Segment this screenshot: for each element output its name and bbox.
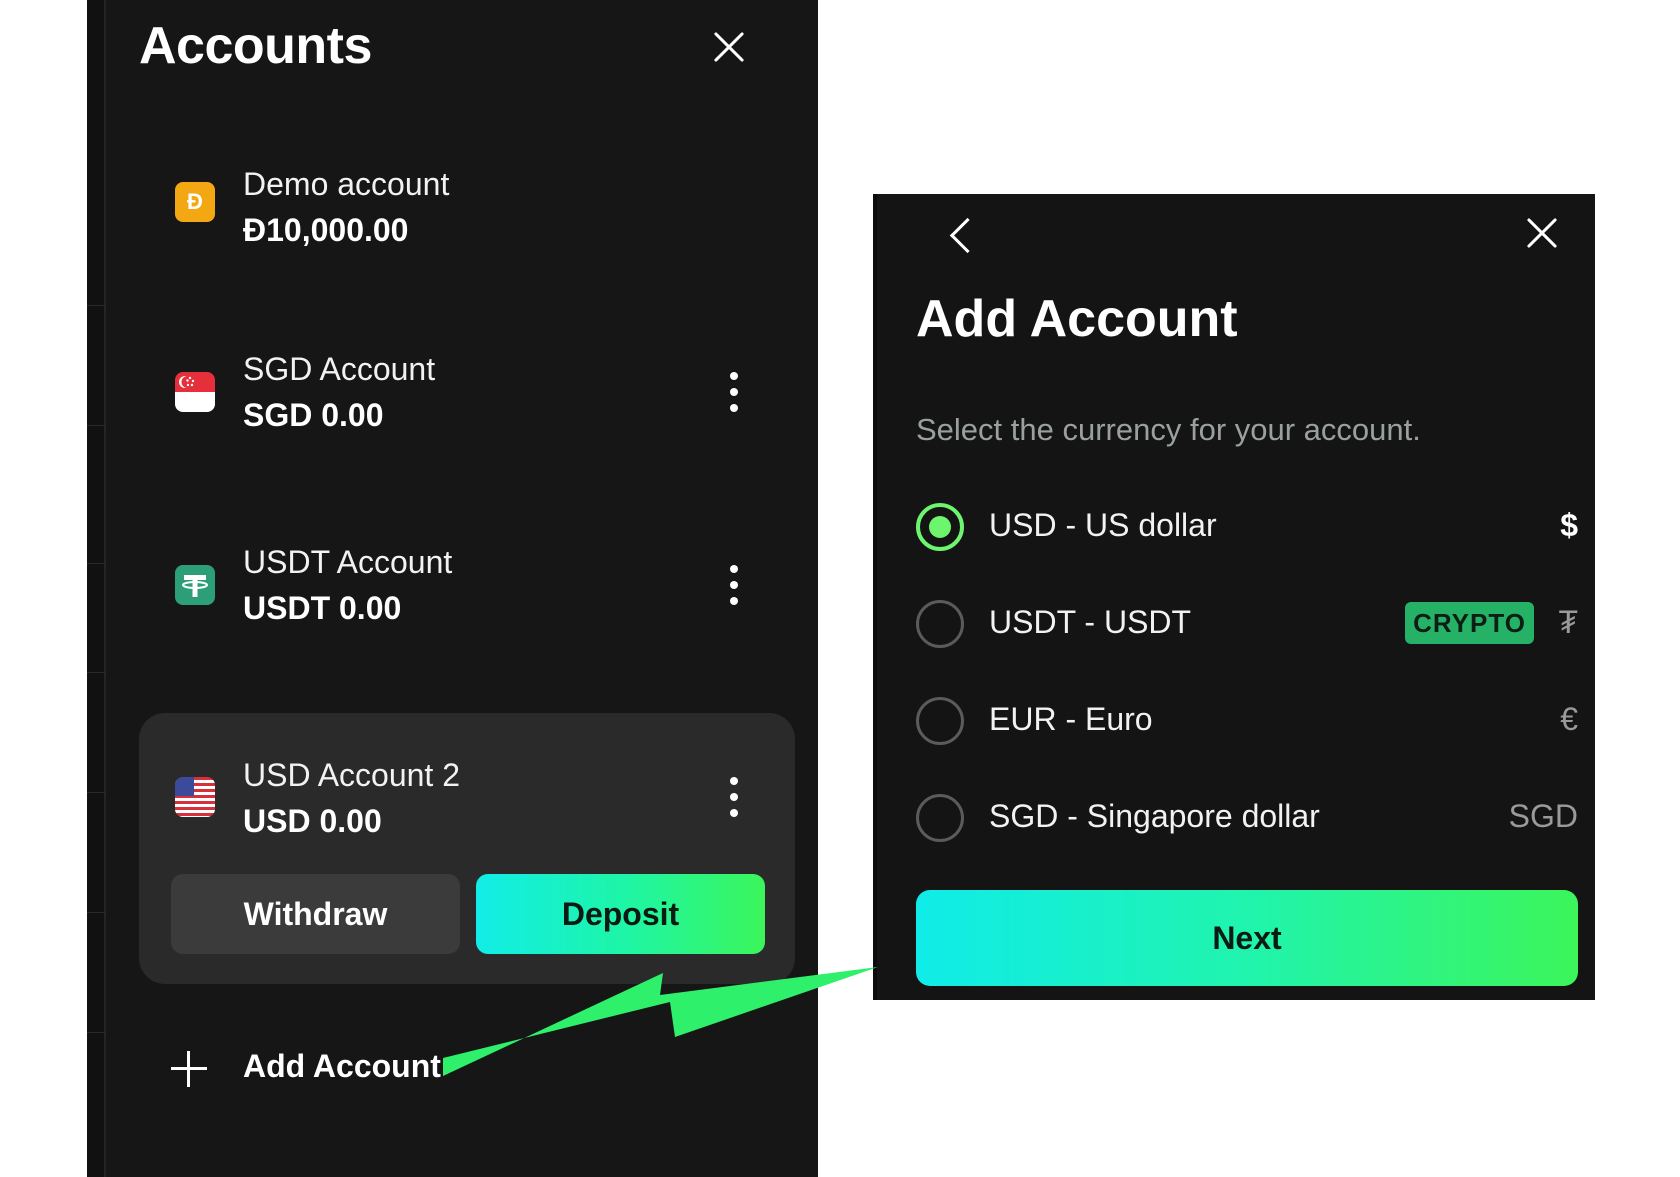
currency-label: USDT - USDT xyxy=(989,604,1192,640)
radio-selected-icon[interactable] xyxy=(916,503,964,551)
account-item-demo[interactable]: Đ Demo account Đ10,000.00 xyxy=(106,130,818,280)
accounts-panel: Accounts Đ Demo account Đ10,000.00 SGD A… xyxy=(106,0,818,1177)
us-flag-icon xyxy=(175,777,215,817)
currency-option-sgd[interactable]: SGD - Singapore dollar SGD xyxy=(916,788,1578,848)
add-account-button[interactable]: Add Account xyxy=(171,1043,441,1093)
demo-coin-icon: Đ xyxy=(175,182,215,222)
account-name: USD Account 2 xyxy=(243,757,460,793)
account-balance: USDT 0.00 xyxy=(243,590,402,626)
currency-symbol: ₮ xyxy=(1558,604,1578,640)
account-balance: USD 0.00 xyxy=(243,803,382,839)
back-chevron-icon[interactable] xyxy=(945,214,973,254)
account-name: USDT Account xyxy=(243,544,453,580)
dialog-subtitle: Select the currency for your account. xyxy=(916,412,1421,447)
currency-symbol: € xyxy=(1560,701,1578,737)
deposit-button[interactable]: Deposit xyxy=(476,874,765,954)
account-balance: Đ10,000.00 xyxy=(243,212,409,248)
account-item-usdt[interactable]: USDT Account USDT 0.00 xyxy=(106,508,818,658)
account-item-sgd[interactable]: SGD Account SGD 0.00 xyxy=(106,315,818,465)
currency-label: USD - US dollar xyxy=(989,507,1217,543)
app-edge-strip xyxy=(87,0,106,1177)
tether-icon xyxy=(175,565,215,605)
radio-unselected-icon[interactable] xyxy=(916,697,964,745)
currency-option-usdt[interactable]: USDT - USDT CRYPTO ₮ xyxy=(916,594,1578,654)
radio-unselected-icon[interactable] xyxy=(916,794,964,842)
crypto-badge: CRYPTO xyxy=(1405,602,1534,644)
account-balance: SGD 0.00 xyxy=(243,397,384,433)
next-button[interactable]: Next xyxy=(916,890,1578,986)
currency-label: EUR - Euro xyxy=(989,701,1153,737)
currency-label: SGD - Singapore dollar xyxy=(989,798,1320,834)
account-name: Demo account xyxy=(243,166,450,202)
account-more-menu-icon[interactable] xyxy=(724,372,744,412)
withdraw-button[interactable]: Withdraw xyxy=(171,874,460,954)
currency-option-usd[interactable]: USD - US dollar $ xyxy=(916,497,1578,557)
currency-symbol: $ xyxy=(1560,507,1578,543)
add-account-label: Add Account xyxy=(243,1048,441,1084)
account-more-menu-icon[interactable] xyxy=(724,777,744,817)
close-dialog-icon[interactable] xyxy=(1525,216,1559,250)
currency-option-eur[interactable]: EUR - Euro € xyxy=(916,691,1578,751)
selected-account-card[interactable]: USD Account 2 USD 0.00 Withdraw Deposit xyxy=(139,713,795,984)
accounts-title: Accounts xyxy=(139,17,372,75)
account-more-menu-icon[interactable] xyxy=(724,565,744,605)
radio-unselected-icon[interactable] xyxy=(916,600,964,648)
close-accounts-icon[interactable] xyxy=(712,30,746,64)
dialog-title: Add Account xyxy=(916,290,1238,348)
currency-symbol: SGD xyxy=(1508,798,1578,834)
singapore-flag-icon xyxy=(175,372,215,412)
plus-icon xyxy=(171,1051,207,1087)
add-account-dialog: Add Account Select the currency for your… xyxy=(873,194,1595,1000)
account-name: SGD Account xyxy=(243,351,436,387)
